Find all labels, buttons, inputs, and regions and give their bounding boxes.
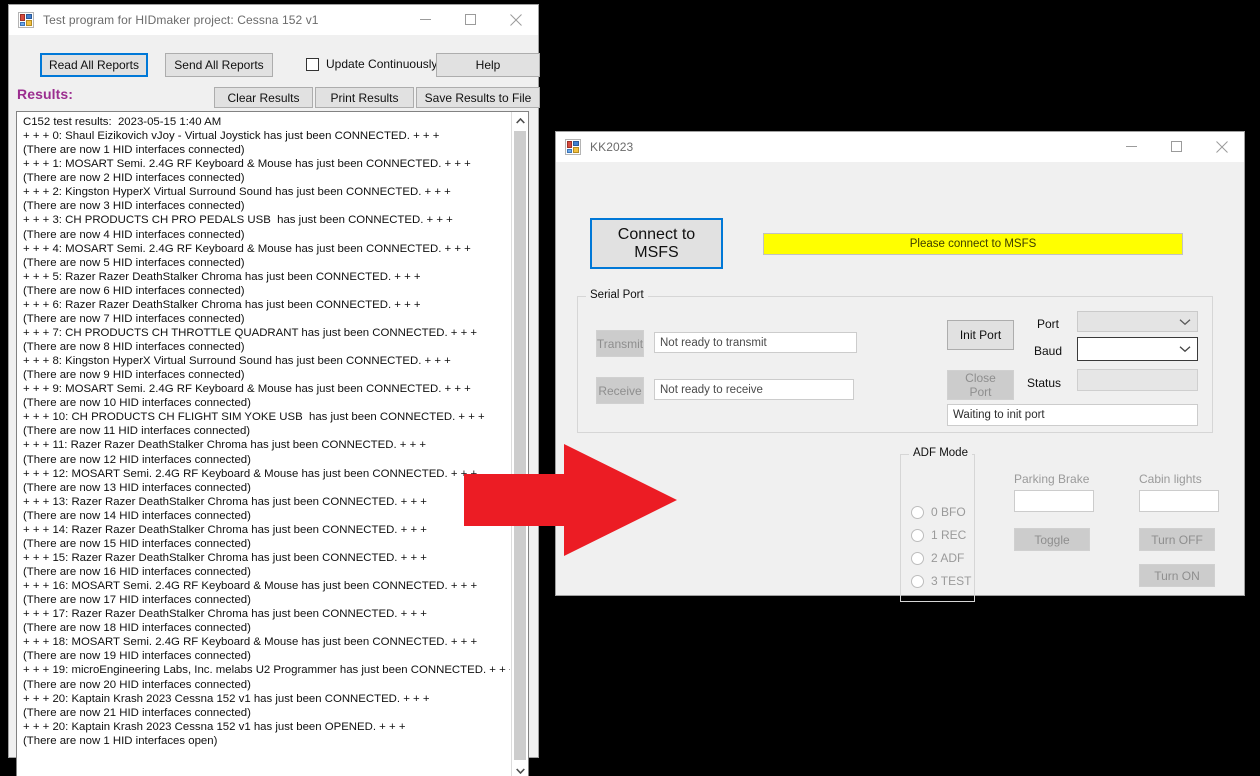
chevron-down-icon	[1179, 345, 1191, 353]
save-results-to-file-button[interactable]: Save Results to File	[416, 87, 540, 108]
cabin-lights-turn-off-button[interactable]: Turn OFF	[1139, 528, 1215, 551]
print-results-button[interactable]: Print Results	[315, 87, 414, 108]
baud-label: Baud	[1034, 344, 1063, 358]
adf-mode-radio-3-test[interactable]: 3 TEST	[911, 574, 971, 588]
serial-port-group-title: Serial Port	[586, 289, 648, 301]
msfs-connection-status-banner: Please connect to MSFS	[763, 233, 1183, 255]
parking-brake-value-field[interactable]	[1014, 490, 1094, 512]
status-label: Status	[1027, 376, 1062, 390]
window-title: KK2023	[590, 139, 634, 154]
desktop-background: Test program for HIDmaker project: Cessn…	[0, 0, 1260, 776]
port-status-field	[1077, 369, 1198, 391]
maximize-icon[interactable]	[1154, 132, 1199, 162]
update-continuously-checkbox[interactable]: Update Continuously	[306, 57, 437, 71]
radio-dot[interactable]	[911, 528, 924, 542]
close-port-button[interactable]: Close Port	[947, 370, 1014, 400]
radio-dot[interactable]	[911, 574, 924, 588]
adf-mode-radio-2-adf[interactable]: 2 ADF	[911, 551, 964, 565]
adf-mode-group-title: ADF Mode	[909, 447, 972, 459]
adf-mode-radio-label: 1 REC	[931, 528, 967, 542]
results-text-content: C152 test results: 2023-05-15 1:40 AM + …	[23, 116, 510, 747]
chevron-down-icon	[1179, 318, 1191, 326]
parking-brake-toggle-button[interactable]: Toggle	[1014, 528, 1090, 551]
clear-results-button[interactable]: Clear Results	[214, 87, 313, 108]
serial-port-group: Serial Port Transmit Not ready to transm…	[577, 289, 1213, 433]
adf-mode-radio-label: 0 BFO	[931, 505, 966, 519]
scrollbar-thumb[interactable]	[514, 131, 526, 760]
checkbox-box[interactable]	[306, 57, 319, 71]
results-textarea[interactable]: C152 test results: 2023-05-15 1:40 AM + …	[16, 111, 529, 776]
port-message-field[interactable]: Waiting to init port	[947, 404, 1198, 426]
minimize-icon[interactable]	[403, 5, 448, 35]
baud-select[interactable]	[1077, 337, 1198, 361]
scroll-up-icon[interactable]	[512, 112, 528, 129]
close-icon[interactable]	[1199, 132, 1244, 162]
connect-to-msfs-button[interactable]: Connect to MSFS	[590, 218, 723, 269]
winforms-app-icon	[565, 138, 581, 155]
titlebar-hidmaker[interactable]: Test program for HIDmaker project: Cessn…	[9, 5, 538, 35]
port-label: Port	[1037, 317, 1060, 331]
close-icon[interactable]	[493, 5, 538, 35]
maximize-icon[interactable]	[448, 5, 493, 35]
transmit-status-field[interactable]: Not ready to transmit	[654, 332, 857, 353]
adf-mode-radio-label: 2 ADF	[931, 551, 965, 565]
results-scrollbar[interactable]	[511, 112, 528, 776]
update-continuously-label: Update Continuously	[326, 57, 438, 71]
window-kk2023: KK2023 Connect to MSFS Please connect to…	[555, 131, 1245, 602]
scroll-down-icon[interactable]	[512, 762, 528, 776]
adf-mode-radio-1-rec[interactable]: 1 REC	[911, 528, 966, 542]
read-all-reports-button[interactable]: Read All Reports	[40, 53, 148, 77]
titlebar-buttons	[1109, 132, 1244, 162]
results-label: Results:	[17, 86, 74, 102]
adf-mode-radio-label: 3 TEST	[931, 574, 972, 588]
radio-dot[interactable]	[911, 505, 924, 519]
receive-status-field[interactable]: Not ready to receive	[654, 379, 854, 400]
cabin-lights-label: Cabin lights	[1139, 472, 1202, 486]
kk2023-body: Connect to MSFS Please connect to MSFS S…	[556, 162, 1244, 602]
window-title: Test program for HIDmaker project: Cessn…	[43, 12, 319, 27]
adf-mode-radio-0-bfo[interactable]: 0 BFO	[911, 505, 966, 519]
hidmaker-body: Read All Reports Send All Reports Update…	[9, 35, 540, 776]
init-port-button[interactable]: Init Port	[947, 320, 1014, 350]
transmit-button[interactable]: Transmit	[596, 330, 644, 357]
window-hidmaker-test-program: Test program for HIDmaker project: Cessn…	[8, 4, 540, 776]
send-all-reports-button[interactable]: Send All Reports	[165, 53, 273, 77]
radio-dot[interactable]	[911, 551, 924, 565]
titlebar-kk2023[interactable]: KK2023	[556, 132, 1244, 162]
cabin-lights-value-field[interactable]	[1139, 490, 1219, 512]
titlebar-buttons	[403, 5, 538, 35]
port-select[interactable]	[1077, 311, 1198, 332]
help-button[interactable]: Help	[436, 53, 540, 77]
winforms-app-icon	[18, 11, 34, 28]
cabin-lights-turn-on-button[interactable]: Turn ON	[1139, 564, 1215, 587]
receive-button[interactable]: Receive	[596, 377, 644, 404]
minimize-icon[interactable]	[1109, 132, 1154, 162]
adf-mode-group: ADF Mode 0 BFO 1 REC 2 ADF 3 TEST	[900, 447, 975, 602]
parking-brake-label: Parking Brake	[1014, 472, 1090, 486]
